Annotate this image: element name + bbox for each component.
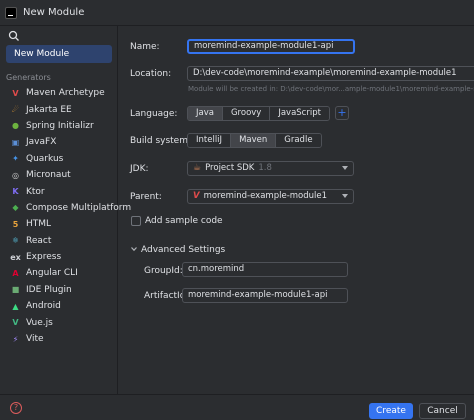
sidebar-item-label: Quarkus: [26, 153, 64, 164]
parent-dropdown[interactable]: V moremind-example-module1: [187, 189, 354, 204]
build-gradle[interactable]: Gradle: [276, 134, 321, 147]
build-system-label: Build system:: [130, 136, 192, 146]
sidebar-item-label: Android: [26, 301, 61, 312]
sidebar-item-spring-initializr[interactable]: ● Spring Initializr: [0, 118, 118, 134]
parent-label: Parent:: [130, 192, 162, 202]
sidebar-item-label: Compose Multiplatform: [26, 202, 132, 213]
sidebar-item-label: Jakarta EE: [26, 104, 72, 115]
language-selector: Java Groovy JavaScript: [187, 106, 330, 121]
maven-icon: V: [12, 88, 19, 98]
sidebar-item-label: Express: [26, 252, 62, 263]
sidebar-item-express[interactable]: ex Express: [0, 249, 118, 265]
location-field[interactable]: D:\dev-code\moremind-example\moremind-ex…: [187, 66, 474, 81]
search-icon[interactable]: [8, 30, 22, 44]
sidebar-item-label: JavaFX: [26, 137, 57, 148]
add-sample-code-checkbox[interactable]: [131, 216, 141, 226]
sidebar-item-label: Maven Archetype: [26, 88, 105, 99]
sidebar-item-compose-multiplatform[interactable]: ◆ Compose Multiplatform: [0, 200, 131, 216]
chevron-down-icon[interactable]: [130, 245, 138, 253]
language-java[interactable]: Java: [188, 107, 223, 120]
language-javascript[interactable]: JavaScript: [270, 107, 329, 120]
maven-icon: V: [193, 191, 200, 201]
html-icon: 5: [12, 219, 19, 229]
sidebar-item-micronaut[interactable]: ◎ Micronaut: [0, 167, 118, 183]
sidebar-item-vue-js[interactable]: V Vue.js: [0, 314, 118, 330]
react-icon: ⚛: [11, 236, 20, 246]
angular-icon: A: [12, 268, 19, 278]
create-button[interactable]: Create: [369, 403, 413, 419]
build-intellij[interactable]: IntelliJ: [188, 134, 232, 147]
main-form: Name: moremind-example-module1-api Locat…: [118, 26, 474, 394]
generators-section-label: Generators: [6, 73, 51, 82]
sidebar-item-html[interactable]: 5 HTML: [0, 216, 118, 232]
language-groovy[interactable]: Groovy: [222, 107, 271, 120]
sidebar-item-jakarta-ee[interactable]: ☄ Jakarta EE: [0, 101, 118, 117]
spring-icon: ●: [12, 121, 19, 131]
cancel-button[interactable]: Cancel: [419, 403, 466, 419]
window-title: New Module: [23, 7, 85, 18]
location-label: Location:: [130, 69, 172, 79]
name-label: Name:: [130, 42, 160, 52]
sidebar-item-android[interactable]: ▲ Android: [0, 298, 118, 314]
chevron-down-icon: [342, 166, 348, 170]
sidebar-item-label: Spring Initializr: [26, 120, 94, 131]
express-icon: ex: [10, 252, 21, 262]
sidebar-item-label: React: [26, 235, 52, 246]
parent-value: moremind-example-module1: [203, 191, 328, 201]
jdk-dropdown[interactable]: ☕ Project SDK 1.8: [187, 161, 354, 176]
sidebar-item-label: Angular CLI: [26, 268, 78, 279]
jakarta-icon: ☄: [11, 105, 20, 115]
jdk-version: 1.8: [258, 163, 272, 173]
build-maven[interactable]: Maven: [231, 134, 277, 147]
sidebar-item-maven-archetype[interactable]: V Maven Archetype: [0, 85, 118, 101]
sidebar-item-label: Vite: [26, 334, 44, 345]
sidebar-item-label: Vue.js: [26, 317, 53, 328]
vite-icon: ⚡: [12, 334, 19, 344]
title-bar: New Module: [0, 0, 474, 26]
ktor-icon: K: [12, 187, 19, 197]
plugin-icon: ■: [11, 285, 20, 295]
advanced-settings-toggle[interactable]: Advanced Settings: [141, 245, 225, 255]
jdk-label: JDK:: [130, 164, 149, 174]
sidebar-item-vite[interactable]: ⚡ Vite: [0, 331, 118, 347]
sidebar-item-javafx[interactable]: ▣ JavaFX: [0, 134, 118, 150]
add-sample-code-label: Add sample code: [145, 216, 223, 226]
sidebar: New Module Generators V Maven Archetype ☄ J…: [0, 26, 131, 394]
build-system-selector: IntelliJ Maven Gradle: [187, 133, 322, 148]
dialog-footer: ? Create Cancel: [0, 394, 474, 420]
sidebar-item-angular-cli[interactable]: A Angular CLI: [0, 265, 118, 281]
chevron-down-icon: [342, 194, 348, 198]
sidebar-item-react[interactable]: ⚛ React: [0, 233, 118, 249]
compose-icon: ◆: [12, 203, 19, 213]
jdk-value: Project SDK: [205, 163, 255, 173]
javafx-icon: ▣: [11, 137, 20, 147]
quarkus-icon: ✦: [12, 154, 19, 164]
java-cup-icon: ☕: [193, 163, 202, 173]
sidebar-item-label: Ktor: [26, 186, 45, 197]
vue-icon: V: [12, 318, 19, 328]
micronaut-icon: ◎: [12, 170, 19, 180]
groupid-field[interactable]: cn.moremind: [182, 262, 348, 277]
sidebar-item-quarkus[interactable]: ✦ Quarkus: [0, 151, 118, 167]
help-icon[interactable]: ?: [10, 402, 22, 414]
add-language-button[interactable]: +: [335, 106, 349, 120]
sidebar-item-label: Micronaut: [26, 170, 71, 181]
sidebar-item-new-module[interactable]: New Module: [6, 45, 112, 63]
name-field[interactable]: moremind-example-module1-api: [187, 39, 355, 54]
sidebar-item-label: HTML: [26, 219, 52, 230]
intellij-icon: [5, 7, 17, 19]
language-label: Language:: [130, 109, 178, 119]
sidebar-item-ktor[interactable]: K Ktor: [0, 183, 118, 199]
groupid-label: GroupId:: [144, 266, 183, 276]
generators-list: V Maven Archetype ☄ Jakarta EE ● Spring Initi…: [0, 85, 131, 347]
android-icon: ▲: [12, 301, 19, 311]
sidebar-item-label: IDE Plugin: [26, 284, 72, 295]
artifactid-field[interactable]: moremind-example-module1-api: [182, 288, 348, 303]
sidebar-item-ide-plugin[interactable]: ■ IDE Plugin: [0, 282, 118, 298]
location-hint: Module will be created in: D:\dev-code\m…: [188, 85, 474, 93]
